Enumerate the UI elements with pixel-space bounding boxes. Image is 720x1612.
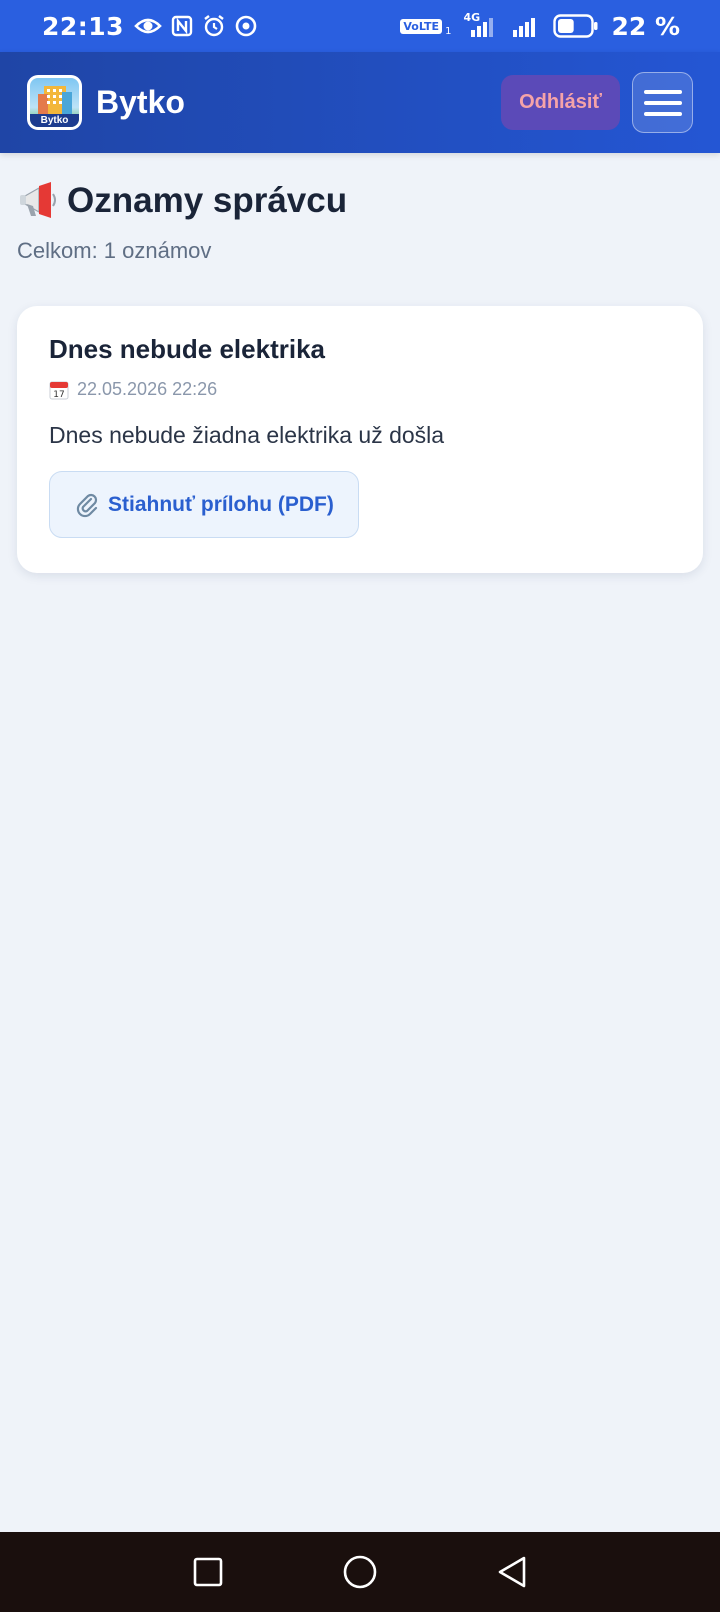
announcement-date: 22.05.2026 22:26: [77, 379, 218, 399]
signal-strength-icon-2: [513, 18, 536, 37]
system-nav-bar: [0, 1532, 720, 1612]
calendar-icon: 17: [49, 381, 69, 400]
logo-text: Bytko: [40, 115, 69, 126]
network-type-label: 4G: [463, 11, 481, 24]
home-icon[interactable]: [342, 1554, 378, 1590]
page-title: Oznamy správcu: [67, 181, 348, 220]
building-logo-icon: Bytko: [30, 78, 79, 127]
paperclip-icon: [76, 493, 98, 517]
download-attachment-button[interactable]: Stiahnuť prílohu (PDF): [49, 471, 359, 538]
nfc-icon: [171, 15, 193, 37]
status-left-icons: [134, 14, 257, 38]
megaphone-icon: [20, 182, 56, 218]
logout-button[interactable]: Odhlásiť: [501, 75, 620, 130]
menu-button[interactable]: [632, 72, 693, 133]
announcement-date-row: 17 22.05.2026 22:26: [49, 379, 671, 400]
download-attachment-label: Stiahnuť prílohu (PDF): [108, 492, 334, 516]
sim-number: 1: [445, 25, 452, 37]
status-right-icons: VoLTE 1 4G 22 %: [400, 11, 680, 41]
status-time: 22:13: [42, 11, 125, 41]
status-bar: 22:13 VoLTE 1 4G 22 %: [0, 0, 720, 52]
chrome-icon: [235, 15, 257, 37]
battery-icon: [553, 14, 598, 38]
app-header: Bytko Bytko Odhlásiť: [0, 52, 720, 153]
announcement-body: Dnes nebude žiadna elektrika už došla: [49, 422, 445, 448]
hamburger-icon: [643, 89, 682, 94]
announcement-card: Dnes nebude elektrika 17 22.05.2026 22:2…: [17, 306, 703, 573]
app-logo[interactable]: Bytko: [27, 75, 82, 130]
eye-icon: [134, 18, 162, 34]
recent-apps-icon[interactable]: [192, 1556, 224, 1588]
back-icon[interactable]: [496, 1555, 528, 1589]
alarm-icon: [204, 15, 224, 37]
page-title-row: Oznamy správcu: [17, 180, 347, 222]
app-title: Bytko: [96, 84, 185, 120]
svg-text:17: 17: [53, 390, 64, 400]
volte-badge: VoLTE: [400, 18, 443, 34]
battery-percent: 22 %: [611, 11, 680, 41]
announcement-title: Dnes nebude elektrika: [49, 334, 325, 364]
announcement-count: Celkom: 1 oznámov: [17, 238, 212, 263]
signal-4g: 4G: [463, 11, 499, 37]
